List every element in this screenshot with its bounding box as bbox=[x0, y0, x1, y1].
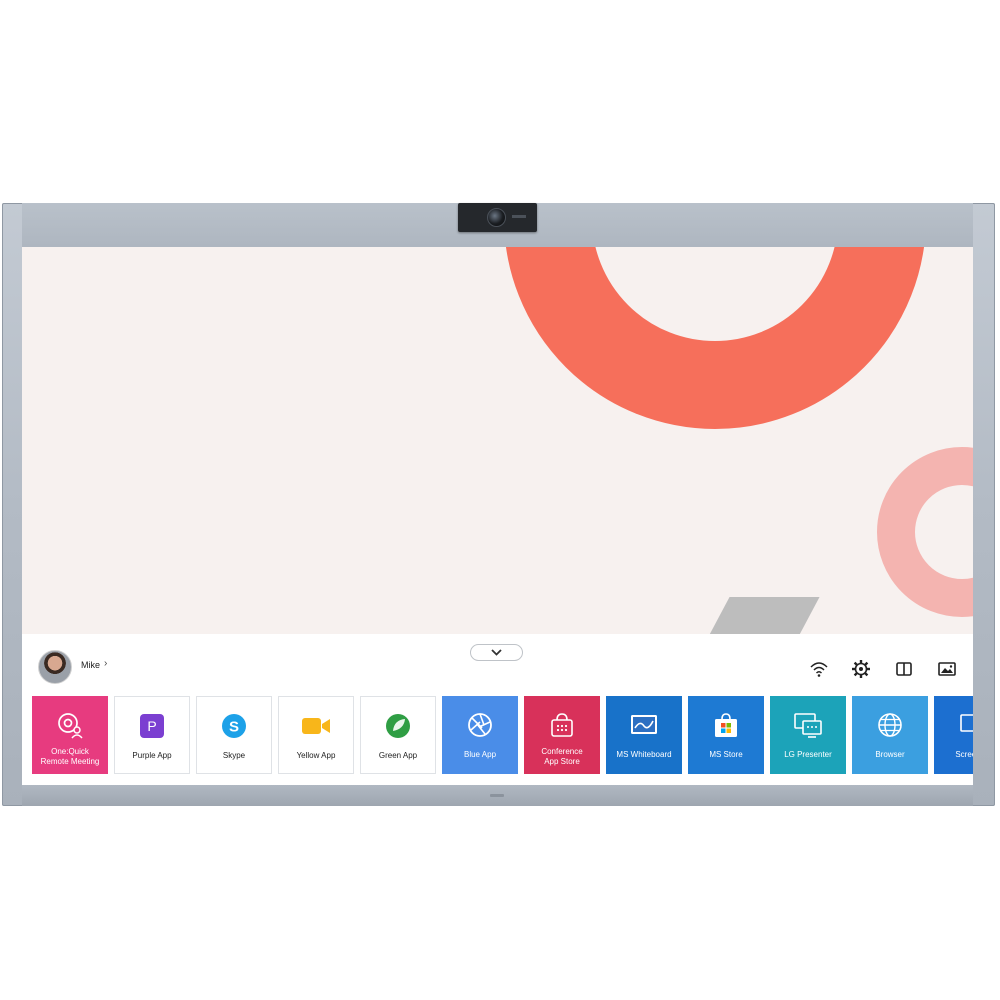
app-tile-browser[interactable]: Browser bbox=[852, 696, 928, 774]
green-app-icon bbox=[383, 711, 413, 741]
split-view-icon bbox=[896, 662, 912, 676]
app-label: Screen C bbox=[955, 750, 973, 759]
app-tile-purple[interactable]: P Purple App bbox=[114, 696, 190, 774]
app-tile-green[interactable]: Green App bbox=[360, 696, 436, 774]
app-label: One:Quick bbox=[51, 747, 89, 756]
app-tile-lg-presenter[interactable]: LG Presenter bbox=[770, 696, 846, 774]
app-label: Purple App bbox=[132, 751, 172, 760]
app-label: Skype bbox=[222, 751, 246, 760]
whiteboard-icon bbox=[629, 710, 659, 740]
app-label: App Store bbox=[544, 757, 580, 766]
collapse-launcher-button[interactable] bbox=[470, 644, 523, 661]
presenter-icon bbox=[793, 710, 823, 740]
split-view-button[interactable] bbox=[893, 658, 915, 680]
svg-text:S: S bbox=[229, 719, 239, 736]
display-screen: Mike › One:Quick Remote Meeting P Purple… bbox=[22, 247, 973, 785]
app-label: LG Presenter bbox=[784, 750, 832, 759]
app-tile-conference-store[interactable]: Conference App Store bbox=[524, 696, 600, 774]
power-indicator bbox=[490, 794, 504, 797]
app-label: Yellow App bbox=[296, 751, 336, 760]
app-label: Conference bbox=[541, 747, 583, 756]
app-label: Browser bbox=[875, 750, 905, 759]
svg-text:P: P bbox=[147, 718, 156, 734]
user-avatar[interactable] bbox=[38, 650, 72, 684]
app-label: MS Whiteboard bbox=[616, 750, 672, 759]
app-tile-skype[interactable]: S Skype bbox=[196, 696, 272, 774]
wifi-icon bbox=[810, 662, 828, 677]
screen-share-icon bbox=[957, 710, 973, 740]
launcher-header: Mike › bbox=[22, 634, 973, 694]
settings-icon bbox=[852, 660, 870, 678]
app-store-icon bbox=[547, 710, 577, 740]
app-tile-ms-store[interactable]: MS Store bbox=[688, 696, 764, 774]
blue-app-icon bbox=[465, 710, 495, 740]
app-tile-ms-whiteboard[interactable]: MS Whiteboard bbox=[606, 696, 682, 774]
app-label: Blue App bbox=[463, 750, 497, 759]
settings-button[interactable] bbox=[850, 658, 872, 680]
browser-icon bbox=[875, 710, 905, 740]
app-label: Green App bbox=[378, 751, 418, 760]
user-name[interactable]: Mike bbox=[81, 660, 100, 670]
app-label: Remote Meeting bbox=[40, 757, 100, 766]
picture-button[interactable] bbox=[936, 658, 958, 680]
app-tile-screen-share[interactable]: Screen C bbox=[934, 696, 973, 774]
app-label: MS Store bbox=[709, 750, 743, 759]
app-launcher-bar: Mike › One:Quick Remote Meeting P Purple… bbox=[22, 634, 973, 785]
camera-lens bbox=[487, 208, 506, 227]
ms-store-icon bbox=[711, 710, 741, 740]
wallpaper-ring-large bbox=[504, 247, 926, 429]
app-tile-blue[interactable]: Blue App bbox=[442, 696, 518, 774]
picture-icon bbox=[938, 662, 956, 676]
chevron-right-icon[interactable]: › bbox=[104, 658, 107, 669]
wifi-button[interactable] bbox=[808, 658, 830, 680]
skype-icon: S bbox=[219, 711, 249, 741]
app-tile-one-quick[interactable]: One:Quick Remote Meeting bbox=[32, 696, 108, 774]
remote-meeting-icon bbox=[55, 710, 85, 740]
purple-app-icon: P bbox=[137, 711, 167, 741]
yellow-app-icon bbox=[301, 711, 331, 741]
chevron-down-icon bbox=[491, 649, 502, 656]
webcam bbox=[458, 203, 537, 232]
wallpaper-ring-small bbox=[877, 447, 973, 617]
app-tile-yellow[interactable]: Yellow App bbox=[278, 696, 354, 774]
